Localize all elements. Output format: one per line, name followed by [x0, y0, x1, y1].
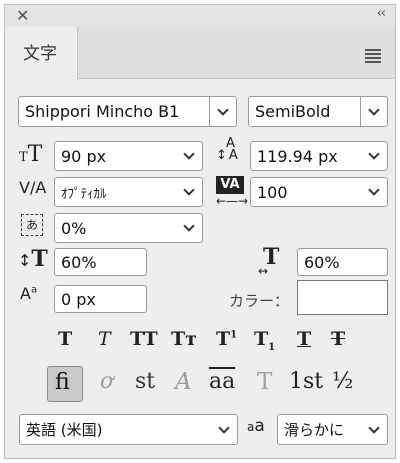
font-family-value: Shippori Mincho B1	[25, 102, 180, 121]
antialias-value: 滑らかに	[284, 421, 345, 439]
panel-title-strip	[5, 5, 395, 27]
chevron-down-icon[interactable]	[360, 414, 387, 445]
subscript-mark: 1	[268, 341, 276, 353]
horizontal-scale-value: 60%	[304, 252, 340, 272]
ordinals-button[interactable]: 1st	[289, 369, 323, 394]
kerning-select[interactable]: ｵﾌﾟﾃｨｶﾙ	[54, 177, 203, 207]
strikethrough-button[interactable]: T	[331, 328, 345, 350]
baseline-shift-icon: Aa	[20, 284, 38, 303]
fractions-button[interactable]: ½	[332, 369, 353, 394]
chevron-down-icon[interactable]	[360, 96, 387, 127]
tracking-field[interactable]: 100	[250, 177, 388, 207]
superscript-button[interactable]: T1	[216, 328, 237, 350]
vertical-scale-field[interactable]: 60%	[54, 248, 147, 276]
color-label: カラー：	[229, 292, 290, 310]
tsume-icon: あ	[21, 214, 43, 236]
stylistic-alternates-button[interactable]: aa	[209, 369, 235, 394]
close-icon[interactable]: ✕	[16, 6, 29, 25]
antialias-select[interactable]: 滑らかに	[277, 414, 388, 445]
font-style-value: SemiBold	[255, 102, 331, 121]
leading-field[interactable]: 119.94 px	[250, 141, 388, 171]
chevron-down-icon[interactable]	[360, 177, 387, 207]
faux-italic-button[interactable]: T	[98, 328, 111, 350]
horizontal-scale-field[interactable]: 60%	[297, 248, 388, 276]
font-size-icon: TT	[19, 142, 43, 167]
antialias-icon: aa	[247, 416, 265, 436]
swash-button[interactable]: A	[175, 369, 192, 395]
kerning-icon: V/A	[19, 178, 47, 197]
discretionary-ligature-button[interactable]: st	[135, 369, 155, 394]
baseline-shift-value: 0 px	[61, 289, 96, 309]
ligature-button[interactable]: fi	[55, 370, 70, 395]
small-caps-button[interactable]: Tт	[171, 328, 197, 350]
underline-button[interactable]: T	[297, 328, 311, 350]
chevron-down-icon[interactable]	[175, 177, 202, 207]
antialias-icon-large: a	[254, 416, 265, 436]
chevron-down-icon[interactable]	[209, 96, 236, 127]
tsume-value: 0%	[61, 218, 87, 238]
tab-character-label: 文字	[23, 44, 57, 64]
character-panel: ✕ ‹‹ 文字 Shippori Mincho B1 SemiBold TT 9…	[4, 4, 396, 459]
titling-alternates-button[interactable]: T	[257, 369, 272, 395]
faux-bold-button[interactable]: T	[58, 328, 72, 350]
kerning-value: ｵﾌﾟﾃｨｶﾙ	[61, 186, 107, 202]
chevron-down-icon[interactable]	[175, 141, 202, 171]
language-value: 英語 (米国)	[26, 421, 103, 439]
font-style-select[interactable]: SemiBold	[248, 96, 388, 127]
chevron-down-icon[interactable]	[360, 141, 387, 171]
leading-value: 119.94 px	[257, 146, 338, 166]
tracking-icon: VA	[216, 176, 244, 194]
tracking-value: 100	[257, 182, 288, 202]
collapse-icon[interactable]: ‹‹	[377, 6, 386, 21]
chevron-down-icon[interactable]	[210, 414, 237, 445]
vertical-scale-value: 60%	[61, 252, 97, 272]
color-swatch[interactable]	[297, 280, 388, 315]
baseline-shift-field[interactable]: 0 px	[54, 285, 147, 313]
subscript-letter: T	[254, 328, 269, 350]
chevron-down-icon[interactable]	[175, 213, 202, 243]
horizontal-scale-arrow-icon: ↔	[258, 264, 269, 278]
superscript-letter: T	[216, 328, 231, 350]
all-caps-button[interactable]: TT	[130, 328, 158, 350]
old-style-button[interactable]: ơ	[100, 369, 113, 394]
font-size-field[interactable]: 90 px	[54, 141, 203, 171]
panel-menu-icon[interactable]	[365, 49, 381, 65]
tsume-field[interactable]: 0%	[54, 213, 203, 243]
tracking-arrow-icon: ←—→	[216, 194, 249, 208]
font-size-value: 90 px	[61, 146, 107, 166]
subscript-button[interactable]: T1	[254, 328, 275, 353]
vertical-scale-icon: ↕T	[18, 246, 48, 272]
superscript-mark: 1	[230, 329, 238, 341]
language-select[interactable]: 英語 (米国)	[19, 414, 238, 445]
font-family-select[interactable]: Shippori Mincho B1	[18, 96, 237, 127]
leading-icon: A ↕ A	[216, 136, 238, 163]
